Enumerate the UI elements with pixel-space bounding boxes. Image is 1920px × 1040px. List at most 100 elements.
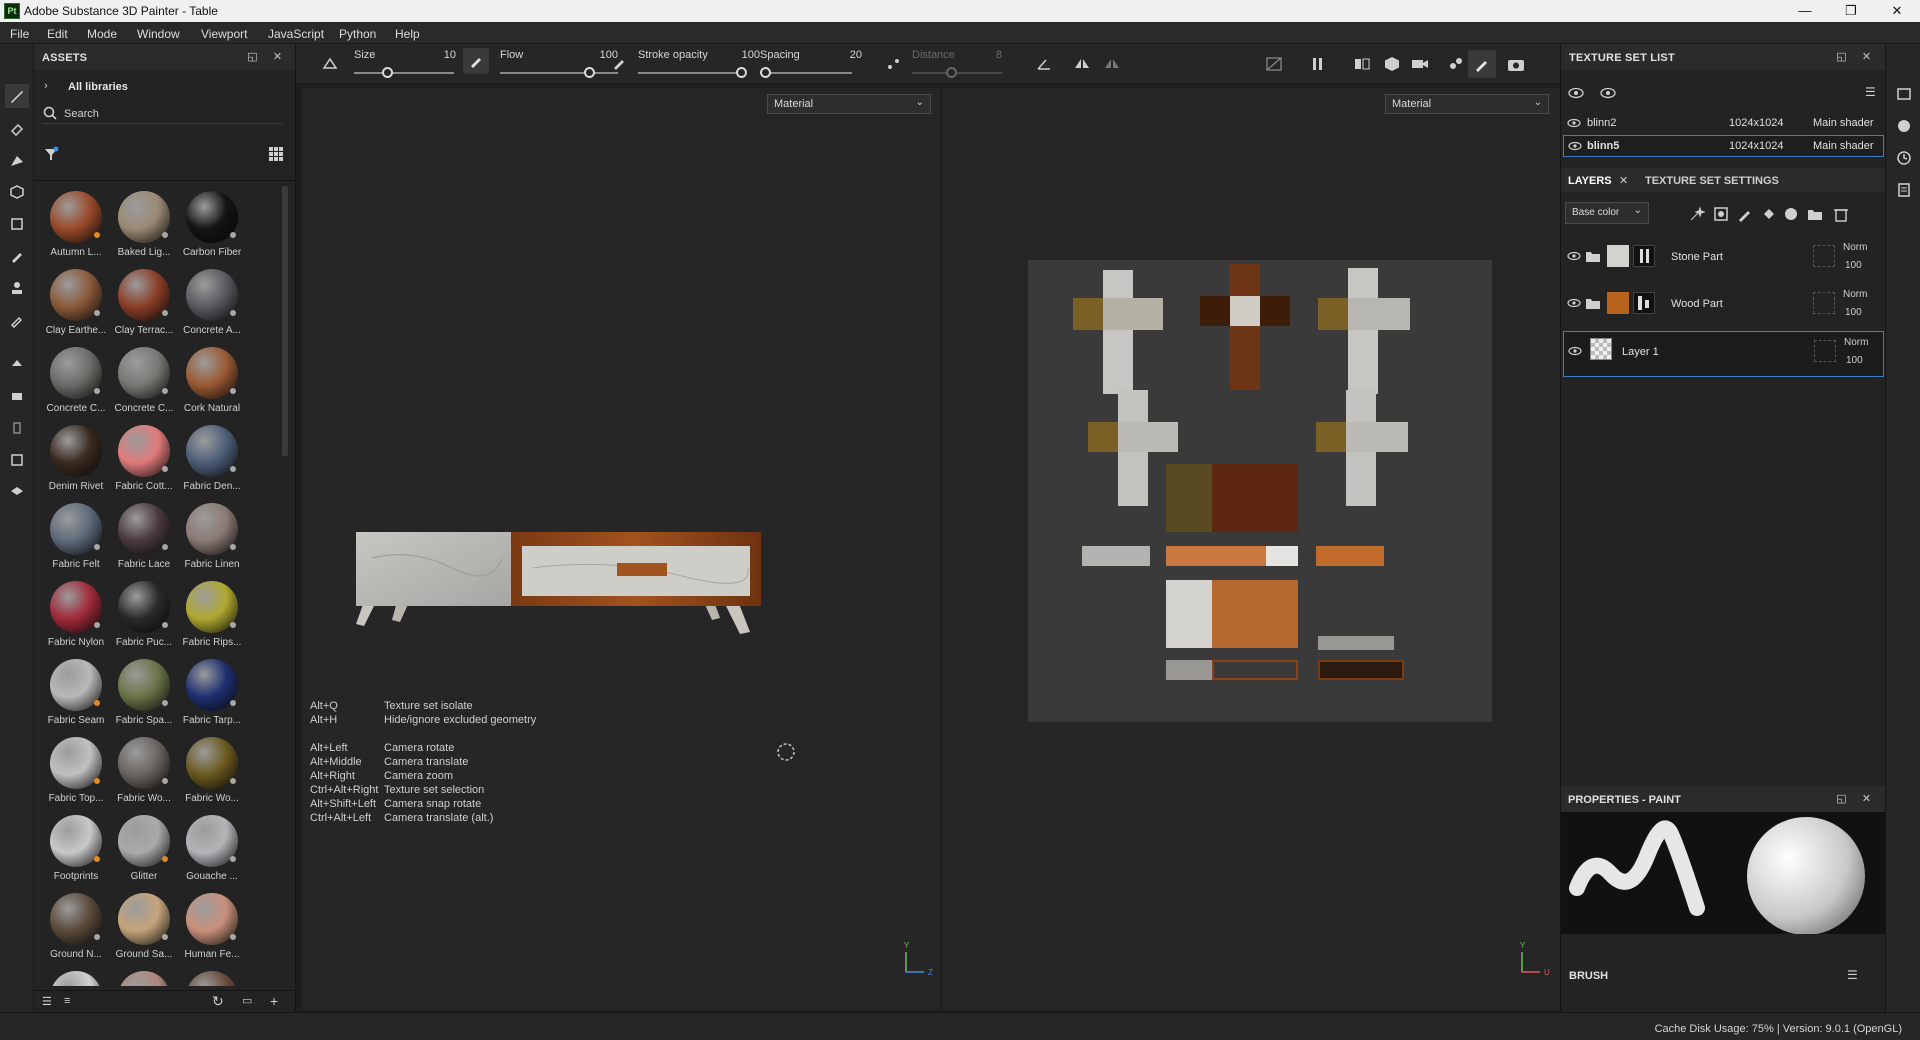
- layer-row[interactable]: Stone Part Norm 100: [1563, 237, 1884, 283]
- layer-row[interactable]: Wood Part Norm 100: [1563, 284, 1884, 330]
- add-paint-layer-icon[interactable]: [1737, 206, 1753, 222]
- channel-select[interactable]: Base color ⌄: [1565, 202, 1649, 224]
- material-thumbnail[interactable]: Fabric Linen: [178, 498, 244, 572]
- uv-canvas[interactable]: [1028, 260, 1492, 722]
- material-thumbnail[interactable]: Fabric Spa...: [110, 654, 176, 728]
- material-thumbnail[interactable]: Clay Terrac...: [110, 264, 176, 338]
- material-thumbnail[interactable]: Baked Lig...: [110, 186, 176, 260]
- float-panel-icon[interactable]: ◱: [1836, 794, 1847, 805]
- material-thumbnail[interactable]: Footprints: [42, 810, 108, 884]
- spacing-slider-handle[interactable]: [760, 67, 771, 78]
- screenshot-camera-icon[interactable]: [1506, 54, 1526, 74]
- table-model[interactable]: [352, 528, 762, 663]
- stroke-opacity-slider[interactable]: [638, 72, 746, 74]
- visibility-eye-icon[interactable]: [1567, 251, 1581, 261]
- menu-javascript[interactable]: JavaScript: [268, 27, 324, 41]
- search-field[interactable]: Search: [38, 102, 284, 124]
- material-thumbnail[interactable]: Fabric Nylon: [42, 576, 108, 650]
- measure-tool[interactable]: [5, 416, 29, 440]
- brush-section-title[interactable]: BRUSH: [1569, 970, 1608, 982]
- refresh-icon[interactable]: ↻: [212, 993, 224, 1010]
- float-panel-icon[interactable]: ◱: [1836, 52, 1847, 63]
- material-thumbnail[interactable]: Fabric Felt: [42, 498, 108, 572]
- library-breadcrumb[interactable]: All libraries: [68, 81, 128, 93]
- viewport-3d[interactable]: Material ⌄ Alt+Q Texture set isolate Alt+H…: [302, 88, 940, 1010]
- menu-icon[interactable]: ☰: [1865, 85, 1876, 99]
- layer-mask-thumbnail[interactable]: [1633, 245, 1655, 267]
- minimize-button[interactable]: —: [1782, 0, 1828, 22]
- paint-brush-tool[interactable]: [5, 84, 29, 108]
- symmetry-options-icon[interactable]: [1102, 54, 1122, 74]
- texture-set-row-selected[interactable]: blinn5 1024x1024 Main shader: [1563, 135, 1884, 157]
- texture-set-shader[interactable]: Main shader: [1813, 117, 1874, 129]
- material-thumbnail[interactable]: [178, 966, 244, 986]
- flow-slider-handle[interactable]: [584, 67, 595, 78]
- flow-slider[interactable]: [500, 72, 618, 74]
- menu-edit[interactable]: Edit: [47, 27, 68, 41]
- menu-window[interactable]: Window: [137, 27, 180, 41]
- menu-file[interactable]: File: [10, 27, 29, 41]
- clone-tool[interactable]: [5, 276, 29, 300]
- spacing-value[interactable]: 20: [838, 49, 862, 61]
- flow-pressure-icon[interactable]: [610, 54, 630, 74]
- split-view-icon[interactable]: [1352, 54, 1372, 74]
- material-thumbnail[interactable]: Concrete C...: [42, 342, 108, 416]
- display-settings-icon[interactable]: [1896, 86, 1912, 102]
- layer-blend-mode[interactable]: Norm: [1843, 242, 1867, 253]
- viewport-2d-mode-select[interactable]: Material ⌄: [1385, 94, 1549, 114]
- sort-icon[interactable]: ≡: [64, 995, 70, 1007]
- visibility-eye-icon[interactable]: [1568, 141, 1582, 151]
- distance-value[interactable]: 8: [978, 49, 1002, 61]
- eye-icon[interactable]: [1599, 86, 1617, 100]
- close-tab-icon[interactable]: ✕: [1619, 174, 1628, 187]
- material-thumbnail[interactable]: Human Fe...: [178, 888, 244, 962]
- layer-blend-mode[interactable]: Norm: [1844, 337, 1868, 348]
- log-document-icon[interactable]: [1896, 182, 1912, 198]
- layer-blend-mode[interactable]: Norm: [1843, 289, 1867, 300]
- spacing-slider[interactable]: [760, 72, 852, 74]
- size-slider-handle[interactable]: [382, 67, 393, 78]
- stroke-opacity-slider-handle[interactable]: [736, 67, 747, 78]
- menu-help[interactable]: Help: [395, 27, 420, 41]
- material-thumbnail[interactable]: Fabric Tarp...: [178, 654, 244, 728]
- visibility-eye-icon[interactable]: [1568, 346, 1582, 356]
- stroke-opacity-value[interactable]: 100: [736, 49, 760, 61]
- layer-row-selected[interactable]: Layer 1 Norm 100: [1563, 331, 1884, 377]
- visibility-eye-icon[interactable]: [1567, 118, 1581, 128]
- color-picker-tool[interactable]: [5, 308, 29, 332]
- material-thumbnail[interactable]: [42, 966, 108, 986]
- menu-mode[interactable]: Mode: [87, 27, 117, 41]
- material-thumbnail[interactable]: [110, 966, 176, 986]
- material-thumbnail[interactable]: Autumn L...: [42, 186, 108, 260]
- material-thumbnail[interactable]: Fabric Top...: [42, 732, 108, 806]
- eraser-tool[interactable]: [5, 116, 29, 140]
- hide-ui-icon[interactable]: [1264, 54, 1284, 74]
- layer-opacity[interactable]: 100: [1846, 355, 1863, 366]
- menu-python[interactable]: Python: [339, 27, 376, 41]
- alignment-icon[interactable]: [1034, 54, 1054, 74]
- texture-set-row[interactable]: blinn2 1024x1024 Main shader: [1563, 112, 1884, 134]
- camera-video-icon[interactable]: [1410, 54, 1430, 74]
- chevron-right-icon[interactable]: ›: [44, 80, 48, 92]
- distance-slider-handle[interactable]: [946, 67, 957, 78]
- shader-settings-icon[interactable]: [1896, 118, 1912, 134]
- add-folder-icon[interactable]: [1807, 206, 1823, 222]
- material-thumbnail[interactable]: Fabric Wo...: [110, 732, 176, 806]
- material-thumbnail[interactable]: Fabric Den...: [178, 420, 244, 494]
- maximize-button[interactable]: ❐: [1828, 0, 1874, 22]
- material-thumbnail[interactable]: Concrete A...: [178, 264, 244, 338]
- material-thumbnail[interactable]: Gouache ...: [178, 810, 244, 884]
- layer-mask-thumbnail[interactable]: [1633, 292, 1655, 314]
- filter-icon[interactable]: [43, 146, 59, 162]
- lazy-mouse-icon[interactable]: [320, 54, 340, 74]
- material-thumbnail[interactable]: Fabric Rips...: [178, 576, 244, 650]
- visibility-eye-icon[interactable]: [1567, 298, 1581, 308]
- export-tool[interactable]: [5, 448, 29, 472]
- viewport-3d-mode-select[interactable]: Material ⌄: [767, 94, 931, 114]
- material-thumbnail[interactable]: Ground Sa...: [110, 888, 176, 962]
- add-fill-layer-icon[interactable]: [1761, 206, 1777, 222]
- physics-paint-icon[interactable]: [1446, 54, 1466, 74]
- close-panel-icon[interactable]: ✕: [1861, 52, 1872, 63]
- material-thumbnail[interactable]: Concrete C...: [110, 342, 176, 416]
- history-clock-icon[interactable]: [1896, 150, 1912, 166]
